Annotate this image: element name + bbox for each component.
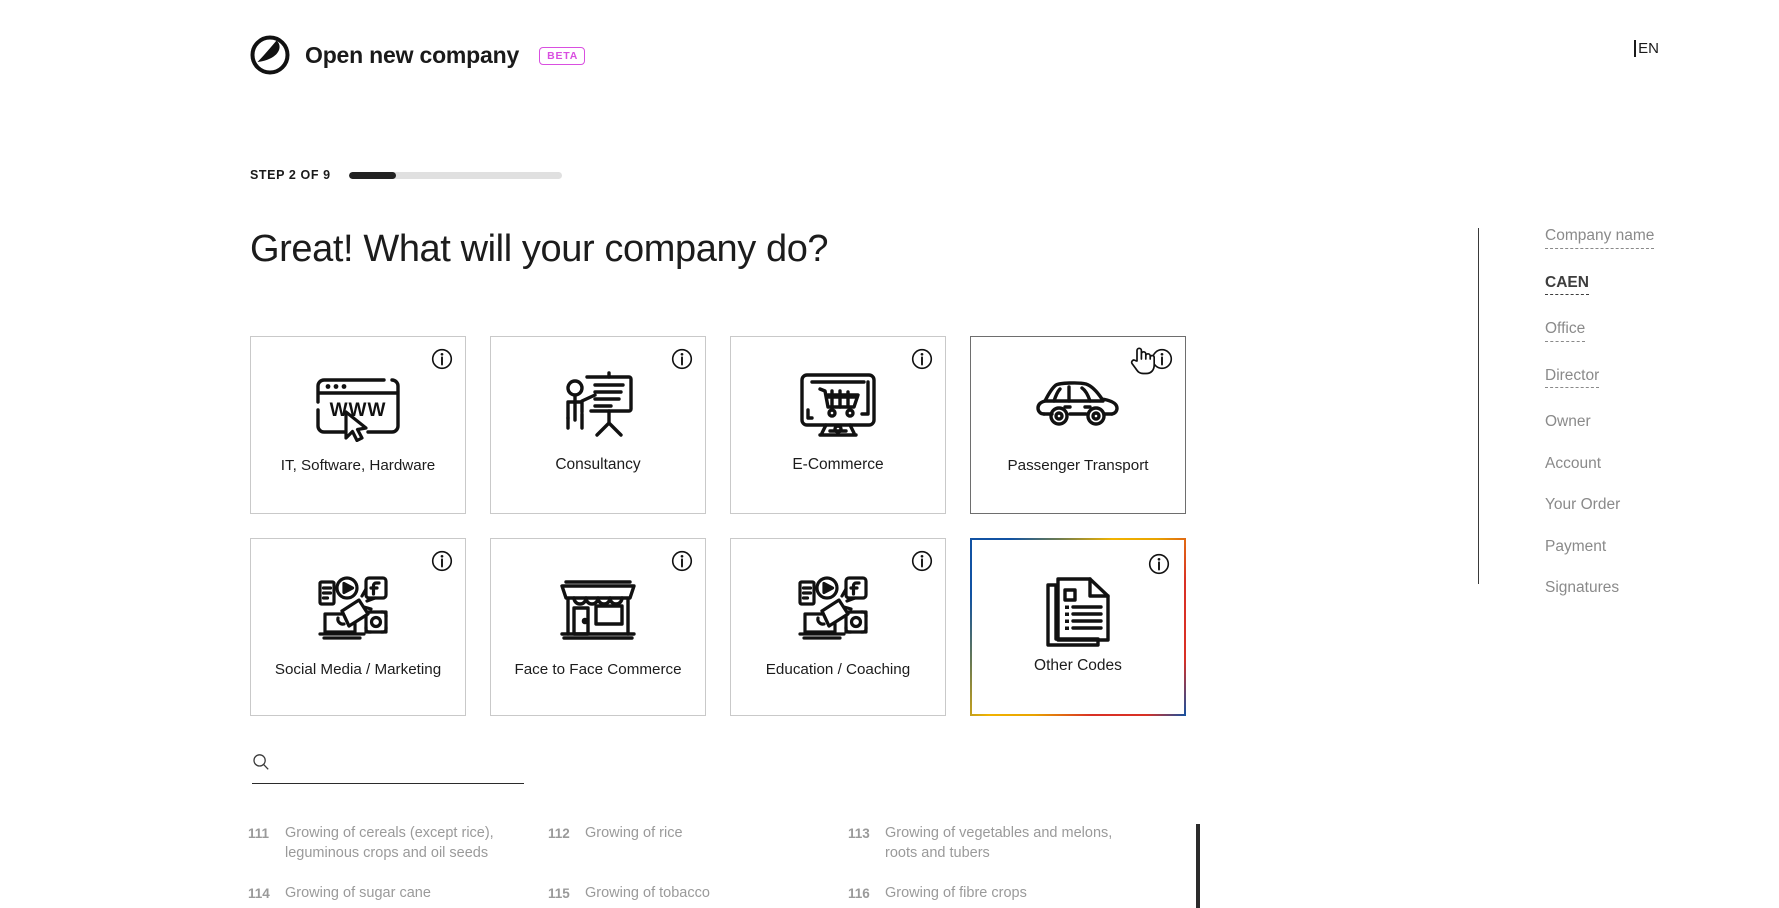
search-input[interactable] <box>278 749 518 775</box>
card-content: WWW IT, Software, Hardware <box>251 337 465 513</box>
language-selector[interactable]: EN <box>1634 40 1659 57</box>
monitor-shopping-cart-icon <box>792 370 884 442</box>
code-list-item[interactable]: 116 Growing of fibre crops <box>848 884 1188 904</box>
sidebar-step-office[interactable]: Office <box>1545 321 1585 342</box>
code-description: Growing of tobacco <box>585 884 710 904</box>
code-number: 112 <box>548 824 574 863</box>
code-number: 111 <box>248 824 274 863</box>
circle-swoosh-logo-icon <box>249 34 291 76</box>
app-header: Open new company BETA EN <box>0 0 1779 100</box>
sidebar-step-signatures: Signatures <box>1545 580 1619 596</box>
category-card-passenger-transport[interactable]: Passenger Transport <box>970 336 1186 514</box>
progress-indicator: STEP 2 OF 9 <box>250 168 562 182</box>
code-list-item[interactable]: 113 Growing of vegetables and melons, roo… <box>848 824 1188 863</box>
info-circle-icon[interactable] <box>431 348 453 370</box>
svg-text:WWW: WWW <box>330 400 387 421</box>
text-cursor <box>1634 40 1636 57</box>
card-content: Social Media / Marketing <box>251 539 465 715</box>
car-icon <box>1032 370 1124 442</box>
progress-bar-track <box>349 172 562 179</box>
language-label: EN <box>1638 40 1659 57</box>
caen-code-list[interactable]: 111 Growing of cereals (except rice), leg… <box>248 824 1200 908</box>
code-number: 113 <box>848 824 874 863</box>
info-circle-icon[interactable] <box>671 550 693 572</box>
card-label: Passenger Transport <box>971 457 1185 475</box>
info-circle-icon[interactable] <box>1151 348 1173 370</box>
browser-www-icon: WWW <box>310 370 406 442</box>
code-list-item[interactable]: 114 Growing of sugar cane <box>248 884 548 904</box>
sidebar-step-company-name[interactable]: Company name <box>1545 228 1654 249</box>
info-circle-icon[interactable] <box>911 550 933 572</box>
step-navigation-sidebar: Company name CAEN Office Director Owner Accou… <box>1545 228 1745 622</box>
megaphone-social-icon <box>794 572 882 644</box>
code-number: 116 <box>848 884 874 904</box>
card-content: E-Commerce <box>731 337 945 513</box>
code-description: Growing of sugar cane <box>285 884 431 904</box>
category-card-face-to-face-commerce[interactable]: Face to Face Commerce <box>490 538 706 716</box>
card-label: IT, Software, Hardware <box>251 457 465 475</box>
code-list-item[interactable]: 111 Growing of cereals (except rice), leg… <box>248 824 548 863</box>
card-label: E-Commerce <box>731 456 945 475</box>
category-card-consultancy[interactable]: Consultancy <box>490 336 706 514</box>
page-root: Open new company BETA EN STEP 2 OF 9 Gre… <box>0 0 1779 908</box>
presenter-flipchart-icon <box>557 370 639 442</box>
info-circle-icon[interactable] <box>431 550 453 572</box>
storefront-icon <box>554 572 642 644</box>
page-title: Great! What will your company do? <box>250 228 828 271</box>
category-card-education-coaching[interactable]: Education / Coaching <box>730 538 946 716</box>
code-description: Growing of cereals (except rice), legumi… <box>285 824 537 863</box>
sidebar-step-director[interactable]: Director <box>1545 368 1599 389</box>
info-circle-icon[interactable] <box>671 348 693 370</box>
step-counter-label: STEP 2 OF 9 <box>250 168 331 182</box>
brand-title: Open new company <box>305 42 519 69</box>
code-description: Growing of rice <box>585 824 683 863</box>
card-label: Other Codes <box>974 657 1182 676</box>
code-list-item[interactable]: 115 Growing of tobacco <box>548 884 848 904</box>
category-card-other-codes[interactable]: Other Codes <box>970 538 1186 716</box>
sidebar-step-your-order: Your Order <box>1545 497 1620 513</box>
card-content: Face to Face Commerce <box>491 539 705 715</box>
sidebar-step-account: Account <box>1545 456 1601 472</box>
documents-list-icon <box>1038 575 1118 647</box>
category-card-grid: WWW IT, Software, Hardware Consultancy <box>250 336 1186 716</box>
code-number: 114 <box>248 884 274 904</box>
category-card-e-commerce[interactable]: E-Commerce <box>730 336 946 514</box>
category-card-it-software-hardware[interactable]: WWW IT, Software, Hardware <box>250 336 466 514</box>
info-circle-icon[interactable] <box>911 348 933 370</box>
sidebar-step-caen[interactable]: CAEN <box>1545 275 1589 296</box>
code-description: Growing of fibre crops <box>885 884 1027 904</box>
card-label: Social Media / Marketing <box>251 661 465 679</box>
progress-bar-fill <box>349 172 396 179</box>
category-card-social-media-marketing[interactable]: Social Media / Marketing <box>250 538 466 716</box>
card-content: Education / Coaching <box>731 539 945 715</box>
card-label: Consultancy <box>491 456 705 475</box>
card-content: Other Codes <box>974 542 1182 712</box>
search-underline <box>252 783 524 784</box>
code-list-item[interactable]: 112 Growing of rice <box>548 824 848 863</box>
code-number: 115 <box>548 884 574 904</box>
brand[interactable]: Open new company BETA <box>249 34 585 76</box>
code-search <box>252 749 524 784</box>
beta-badge: BETA <box>539 47 585 66</box>
sidebar-divider <box>1478 228 1479 584</box>
card-label: Face to Face Commerce <box>491 661 705 679</box>
code-description: Growing of vegetables and melons, roots … <box>885 824 1137 863</box>
card-content: Consultancy <box>491 337 705 513</box>
card-label: Education / Coaching <box>731 661 945 679</box>
info-circle-icon[interactable] <box>1148 553 1170 575</box>
card-content: Passenger Transport <box>971 337 1185 513</box>
sidebar-step-payment: Payment <box>1545 539 1606 555</box>
megaphone-social-icon <box>314 572 402 644</box>
code-list-scrollbar[interactable] <box>1196 824 1200 908</box>
sidebar-step-owner: Owner <box>1545 414 1591 430</box>
